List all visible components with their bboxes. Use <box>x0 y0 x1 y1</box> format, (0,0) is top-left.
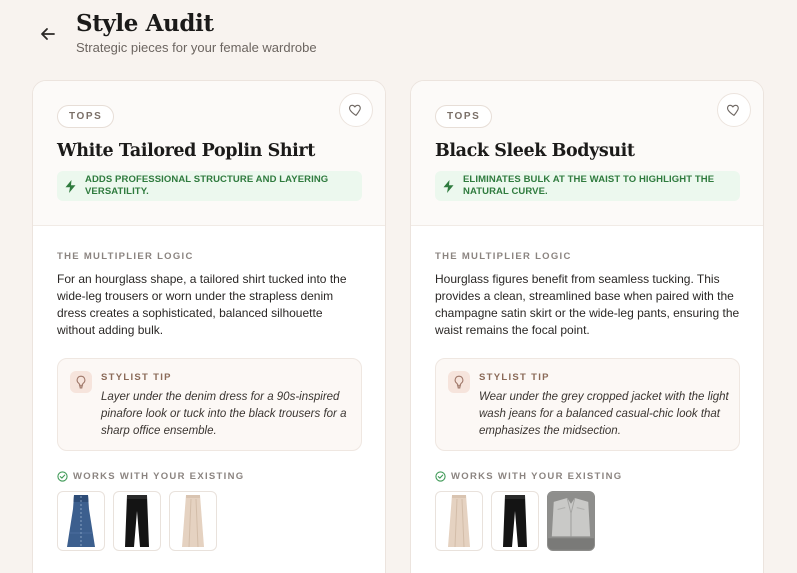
works-with-header: WORKS WITH YOUR EXISTING <box>57 471 244 482</box>
back-button[interactable] <box>36 22 60 46</box>
thumb-black-trousers[interactable] <box>113 491 161 551</box>
stylist-tip-label: STYLIST TIP <box>479 372 550 383</box>
multiplier-logic-text: For an hourglass shape, a tailored shirt… <box>57 272 347 337</box>
satin-skirt-image <box>182 495 204 548</box>
lightning-icon <box>65 179 79 193</box>
multiplier-logic-text: Hourglass figures benefit from seamless … <box>435 272 740 337</box>
stylist-tip: STYLIST TIP Layer under the denim dress … <box>57 358 362 451</box>
page-header: Style Audit Strategic pieces for your fe… <box>36 10 317 55</box>
lightbulb-icon <box>448 371 470 393</box>
thumb-satin-skirt[interactable] <box>169 491 217 551</box>
black-trousers-image <box>125 495 149 547</box>
stylist-tip-label: STYLIST TIP <box>101 372 172 383</box>
works-with-label: WORKS WITH YOUR EXISTING <box>451 471 623 482</box>
page-subtitle: Strategic pieces for your female wardrob… <box>76 40 317 55</box>
works-with-header: WORKS WITH YOUR EXISTING <box>435 471 622 482</box>
benefit-text: ELIMINATES BULK AT THE WAIST TO HIGHLIGH… <box>463 174 715 197</box>
category-tag: TOPS <box>435 105 493 128</box>
page-title: Style Audit <box>76 10 214 37</box>
stylist-tip-text: Layer under the denim dress for a 90s-in… <box>101 391 347 437</box>
benefit-badge: ELIMINATES BULK AT THE WAIST TO HIGHLIGH… <box>435 171 740 201</box>
thumb-satin-skirt[interactable] <box>435 491 483 551</box>
arrow-left-icon <box>41 28 55 40</box>
stylist-tip: STYLIST TIP Wear under the grey cropped … <box>435 358 740 451</box>
item-title: Black Sleek Bodysuit <box>435 141 635 161</box>
category-tag: TOPS <box>57 105 115 128</box>
existing-items-list <box>435 491 595 551</box>
check-circle-icon <box>435 471 446 482</box>
black-trousers-image <box>503 495 527 547</box>
heart-icon <box>348 104 361 116</box>
works-with-label: WORKS WITH YOUR EXISTING <box>73 471 245 482</box>
item-card: TOPS Black Sleek Bodysuit ELIMINATES BUL… <box>410 80 764 573</box>
thumb-grey-cropped-jacket[interactable] <box>547 491 595 551</box>
existing-items-list <box>57 491 217 551</box>
multiplier-logic-label: THE MULTIPLIER LOGIC <box>57 251 194 262</box>
favorite-button[interactable] <box>339 93 373 127</box>
item-title: White Tailored Poplin Shirt <box>57 141 315 161</box>
benefit-text: ADDS PROFESSIONAL STRUCTURE AND LAYERING… <box>85 174 329 197</box>
benefit-badge: ADDS PROFESSIONAL STRUCTURE AND LAYERING… <box>57 171 362 201</box>
lightning-icon <box>443 179 457 193</box>
thumb-denim-dress[interactable] <box>57 491 105 551</box>
satin-skirt-image <box>448 495 470 548</box>
thumb-black-trousers[interactable] <box>491 491 539 551</box>
stylist-tip-text: Wear under the grey cropped jacket with … <box>479 391 729 437</box>
check-circle-icon <box>57 471 68 482</box>
lightbulb-icon <box>70 371 92 393</box>
multiplier-logic-label: THE MULTIPLIER LOGIC <box>435 251 572 262</box>
item-card: TOPS White Tailored Poplin Shirt ADDS PR… <box>32 80 386 573</box>
favorite-button[interactable] <box>717 93 751 127</box>
heart-icon <box>726 104 739 116</box>
grey-jacket-image <box>548 492 594 550</box>
card-header: TOPS White Tailored Poplin Shirt ADDS PR… <box>33 81 385 226</box>
card-header: TOPS Black Sleek Bodysuit ELIMINATES BUL… <box>411 81 763 226</box>
denim-dress-image <box>67 495 95 547</box>
